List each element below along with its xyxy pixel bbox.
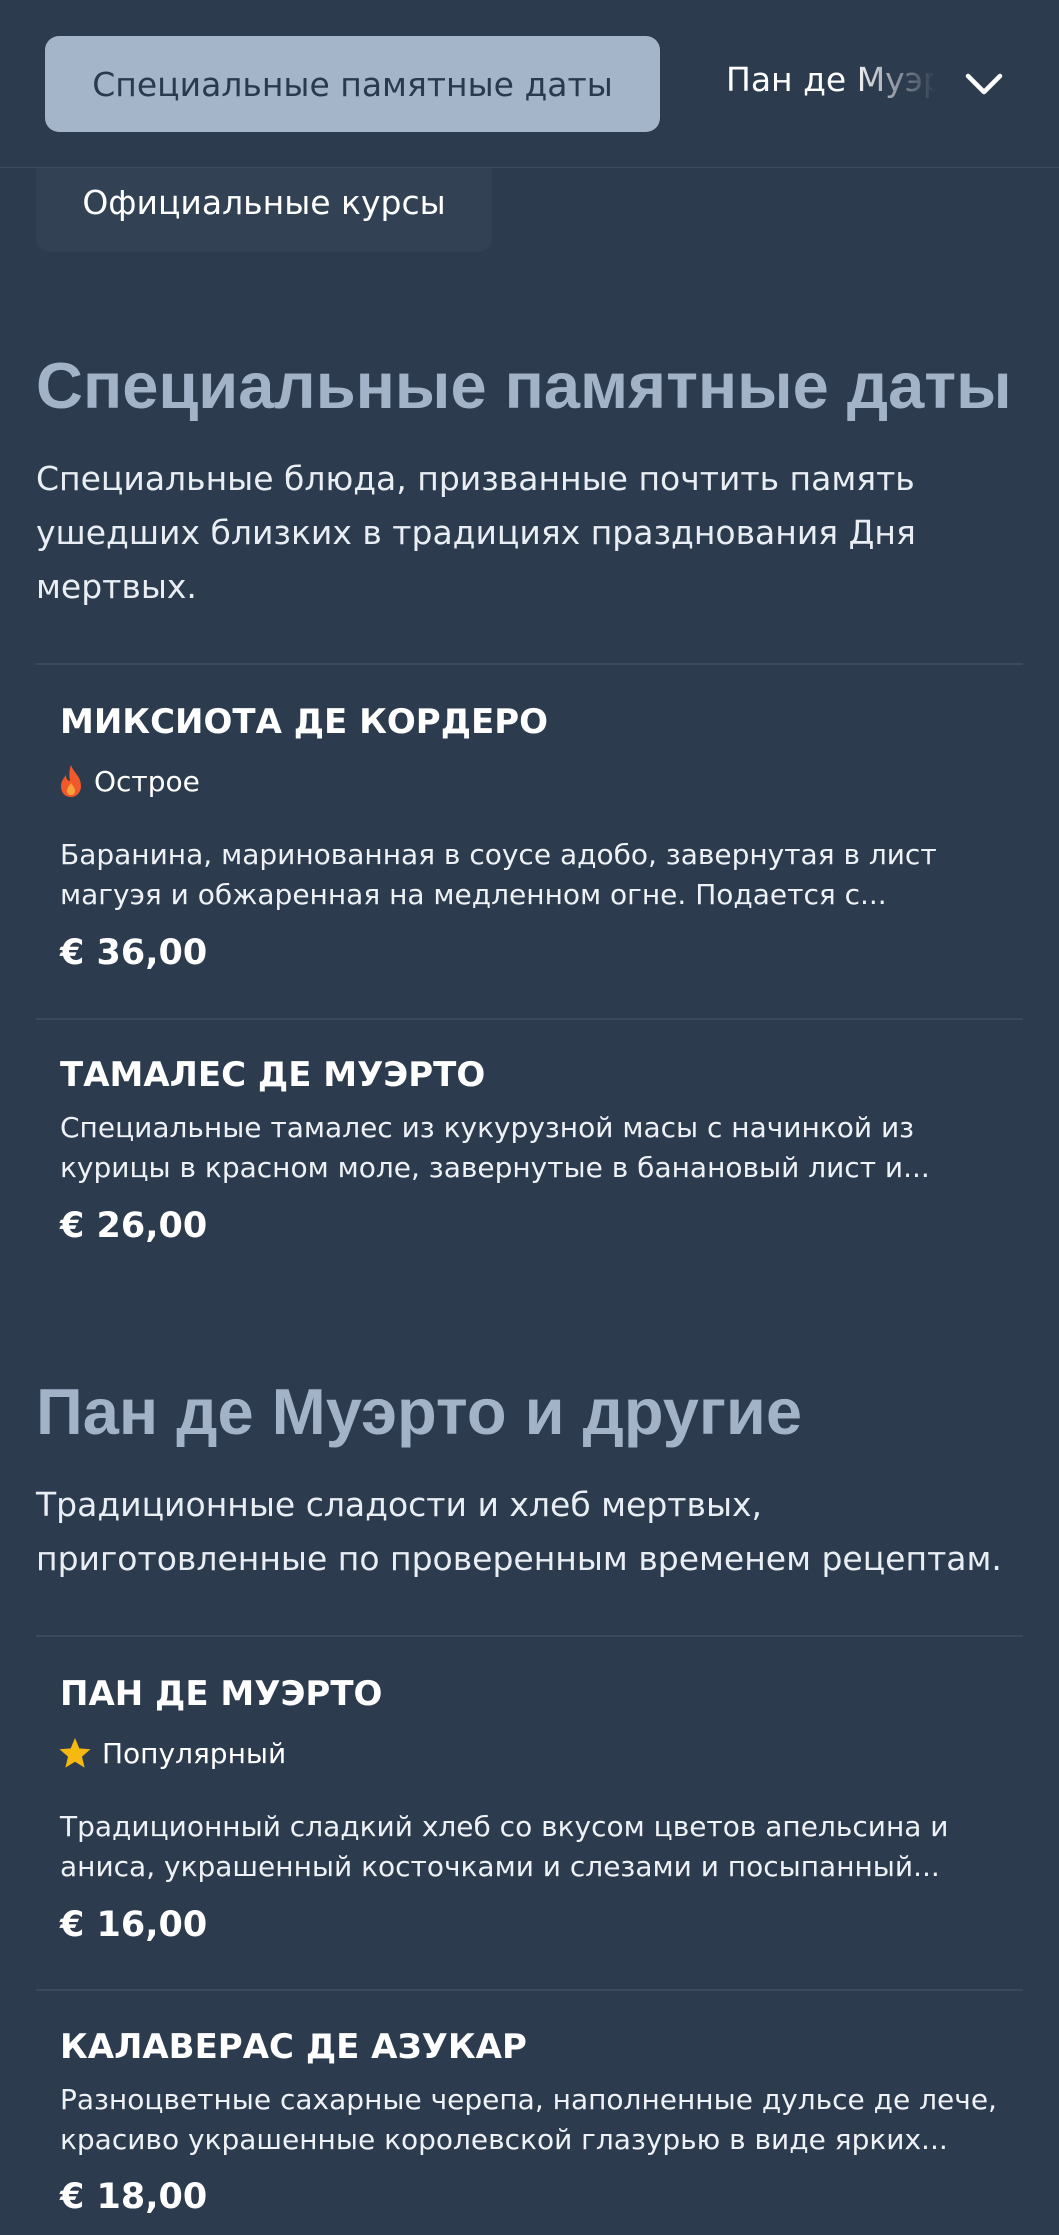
menu-item-price: € 36,00 <box>60 933 208 973</box>
menu-item-price: € 18,00 <box>60 2177 208 2217</box>
description-line: магуэя и обжаренная на медленном огне. П… <box>60 878 887 911</box>
section-description: Специальные блюда, призванные почтить па… <box>36 459 916 606</box>
menu-item-description: Разноцветные сахарные черепа, наполненны… <box>60 2080 1020 2160</box>
divider <box>36 1989 1023 1991</box>
description-line: Баранина, маринованная в соусе адобо, за… <box>60 838 937 871</box>
tab-special-dates[interactable]: Специальные памятные даты <box>45 36 660 132</box>
popular-tag: Популярный <box>58 1736 286 1770</box>
tag-label: Популярный <box>102 1736 287 1770</box>
divider <box>36 663 1023 665</box>
tag-label: Острое <box>94 764 200 798</box>
star-icon <box>59 1738 91 1768</box>
menu-item-description: Специальные тамалес из кукурузной масы с… <box>60 1108 1020 1188</box>
divider <box>36 1635 1023 1637</box>
chevron-down-icon[interactable] <box>960 60 1008 108</box>
tab-special-dates-label: Специальные памятные даты <box>92 64 613 104</box>
section-description: Традиционные сладости и хлеб мертвых, пр… <box>36 1485 1002 1578</box>
section-title: Пан де Муэрто и другие <box>36 1375 803 1448</box>
menu-item-description: Баранина, маринованная в соусе адобо, за… <box>60 835 1020 915</box>
description-line: Традиционный сладкий хлеб со вкусом цвет… <box>60 1810 949 1843</box>
description-line: курицы в красном моле, завернутые в бана… <box>60 1151 930 1184</box>
tab-pan-de-muerto[interactable]: Пан де Муэрто и другие <box>726 60 936 108</box>
description-line: красиво украшенные королевской глазурью … <box>60 2123 948 2156</box>
menu-item-name: КАЛАВЕРАС ДЕ АЗУКАР <box>60 2027 527 2067</box>
description-line: Специальные тамалес из кукурузной масы с… <box>60 1111 915 1144</box>
menu-item-price: € 26,00 <box>60 1206 208 1246</box>
description-line: Разноцветные сахарные черепа, наполненны… <box>60 2083 997 2116</box>
flame-icon <box>61 765 81 797</box>
divider <box>36 1018 1023 1020</box>
menu-item-name: ТАМАЛЕС ДЕ МУЭРТО <box>60 1055 486 1095</box>
menu-item-name: МИКСИОТА ДЕ КОРДЕРО <box>60 702 549 742</box>
menu-item-name: ПАН ДЕ МУЭРТО <box>60 1674 383 1714</box>
category-nav: Специальные памятные даты Пан де Муэрто … <box>0 0 1059 168</box>
tab-official-courses-label: Официальные курсы <box>82 183 446 222</box>
menu-item-description: Традиционный сладкий хлеб со вкусом цвет… <box>60 1807 1020 1887</box>
section-title: Специальные памятные даты <box>36 349 1012 422</box>
spicy-tag: Острое <box>58 764 200 798</box>
tab-pan-de-muerto-label: Пан де Муэрто и другие <box>726 60 936 99</box>
menu-item-price: € 16,00 <box>60 1905 208 1945</box>
description-line: аниса, украшенный косточками и слезами и… <box>60 1850 940 1883</box>
